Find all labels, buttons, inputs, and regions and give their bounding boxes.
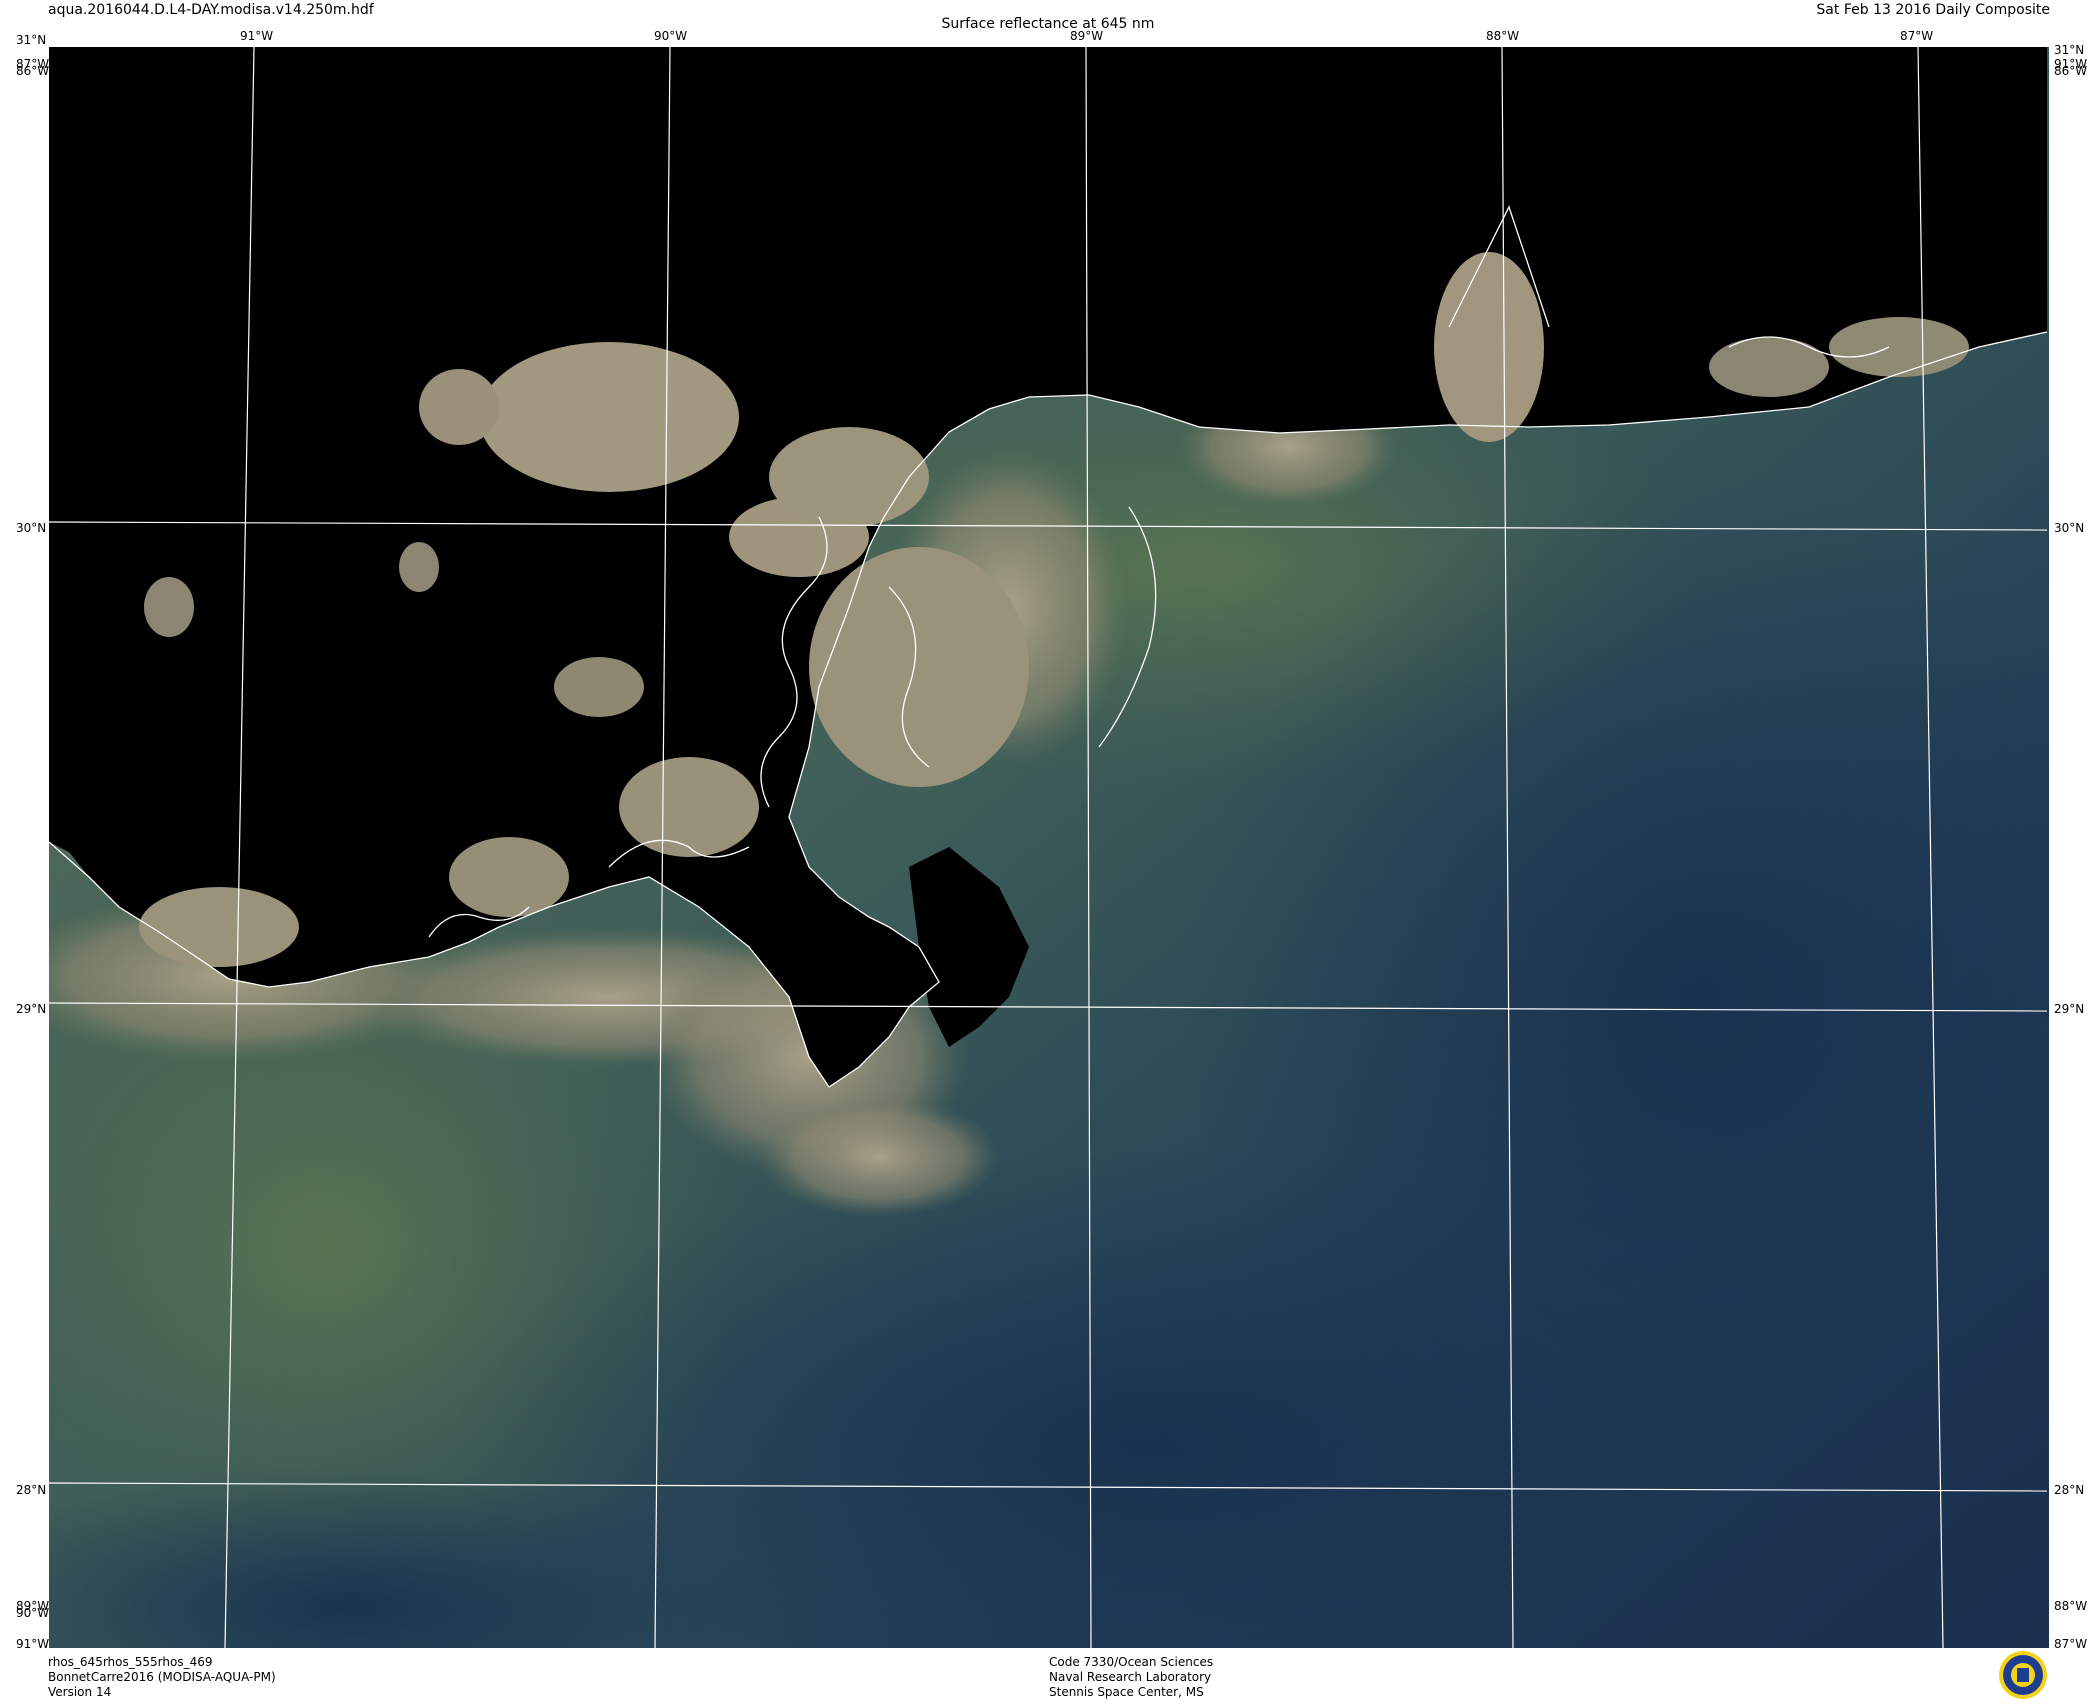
lat-label-right-30n: 30°N xyxy=(2054,521,2085,535)
lon-label-90w: 90°W xyxy=(654,29,688,43)
mobile-bay xyxy=(1434,252,1544,442)
lon-label-91w: 91°W xyxy=(240,29,274,43)
lon-label-87w: 87°W xyxy=(1900,29,1934,43)
terrebonne-bay xyxy=(449,837,569,917)
nrl-seal-icon xyxy=(1998,1650,2048,1700)
lat-label-left-30n: 30°N xyxy=(16,521,47,535)
corner-br-lon-b: 87°W xyxy=(2054,1637,2088,1651)
small-lake-west xyxy=(144,577,194,637)
lon-label-88w: 88°W xyxy=(1486,29,1520,43)
lat-label-left-29n: 29°N xyxy=(16,1002,47,1016)
breton-sound xyxy=(809,547,1029,787)
corner-tr-lat: 31°N xyxy=(2054,43,2085,57)
map-title: Surface reflectance at 645 nm xyxy=(941,16,1155,32)
product-bands: rhos_645rhos_555rhos_469 xyxy=(48,1655,213,1669)
satellite-map xyxy=(49,47,2049,1648)
lake-maurepas xyxy=(419,369,499,445)
lake-pontchartrain xyxy=(479,342,739,492)
lake-salvador xyxy=(554,657,644,717)
footer-left: rhos_645rhos_555rhos_469 BonnetCarre2016… xyxy=(48,1655,276,1700)
mississippi-eddy xyxy=(759,1097,999,1217)
org-name: Naval Research Laboratory xyxy=(1049,1670,1212,1684)
pensacola-bay xyxy=(1829,317,1969,377)
org-location: Stennis Space Center, MS xyxy=(1049,1685,1204,1699)
org-code: Code 7330/Ocean Sciences xyxy=(1049,1655,1214,1669)
footer-center: Code 7330/Ocean Sciences Naval Research … xyxy=(1049,1655,1213,1700)
corner-br-lon-a: 88°W xyxy=(2054,1599,2088,1613)
composite-label: Sat Feb 13 2016 Daily Composite xyxy=(1816,2,2050,18)
small-lake-north xyxy=(399,542,439,592)
corner-tr-lon-b: 86°W xyxy=(2054,64,2088,78)
lat-label-right-29n: 29°N xyxy=(2054,1002,2085,1016)
atchafalaya-bay xyxy=(139,887,299,967)
version-label: Version 14 xyxy=(48,1685,112,1699)
corner-tl-lon-b: 86°W xyxy=(16,64,50,78)
lon-label-89w: 89°W xyxy=(1070,29,1104,43)
corner-tl-lat: 31°N xyxy=(16,33,47,47)
corner-bl-lon-c: 91°W xyxy=(16,1637,50,1651)
corner-bl-lon-b: 90°W xyxy=(16,1606,50,1620)
barataria-bay xyxy=(619,757,759,857)
lat-label-left-28n: 28°N xyxy=(16,1483,47,1497)
perdido-bay xyxy=(1709,337,1829,397)
lat-label-right-28n: 28°N xyxy=(2054,1483,2085,1497)
dataset-name: BonnetCarre2016 (MODISA-AQUA-PM) xyxy=(48,1670,276,1684)
mississippi-sound xyxy=(769,427,929,527)
